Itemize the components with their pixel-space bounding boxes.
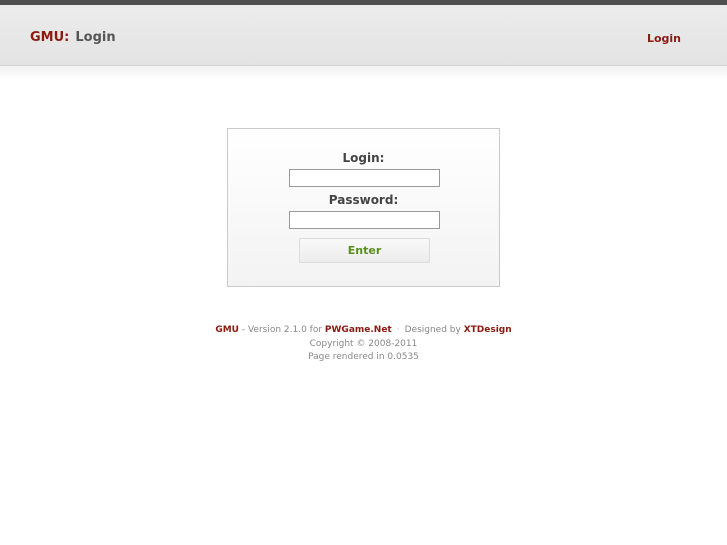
password-input[interactable] xyxy=(289,211,440,229)
header-bar: GMU: Login Login xyxy=(0,5,727,66)
footer-app-link[interactable]: GMU xyxy=(215,325,239,335)
password-label: Password: xyxy=(328,193,399,207)
login-input[interactable] xyxy=(289,169,440,187)
footer-designer-link[interactable]: XTDesign xyxy=(464,325,512,335)
footer-render-time: Page rendered in 0.0535 xyxy=(308,352,419,362)
brand-name: GMU xyxy=(30,30,65,45)
footer-credits-line: GMU - Version 2.1.0 for PWGame.Net · Desig… xyxy=(0,324,727,338)
footer-copyright: Copyright © 2008-2011 xyxy=(309,338,418,349)
footer-version-text: - Version 2.1.0 for xyxy=(238,325,325,335)
login-form: Login: Password: Enter xyxy=(227,128,500,287)
breadcrumb-separator: : xyxy=(64,30,70,45)
footer: GMU - Version 2.1.0 for PWGame.Net · Desig… xyxy=(0,324,727,365)
header-shadow xyxy=(0,66,727,80)
page-title: Login xyxy=(75,30,116,45)
footer-site-link[interactable]: PWGame.Net xyxy=(325,325,392,335)
footer-separator: · xyxy=(396,325,400,335)
footer-designed-by-text: Designed by xyxy=(404,325,464,335)
login-label: Login: xyxy=(342,151,385,165)
enter-button[interactable]: Enter xyxy=(299,238,430,263)
header-login-link[interactable]: Login xyxy=(647,32,681,46)
header-breadcrumb: GMU: Login xyxy=(30,30,116,46)
